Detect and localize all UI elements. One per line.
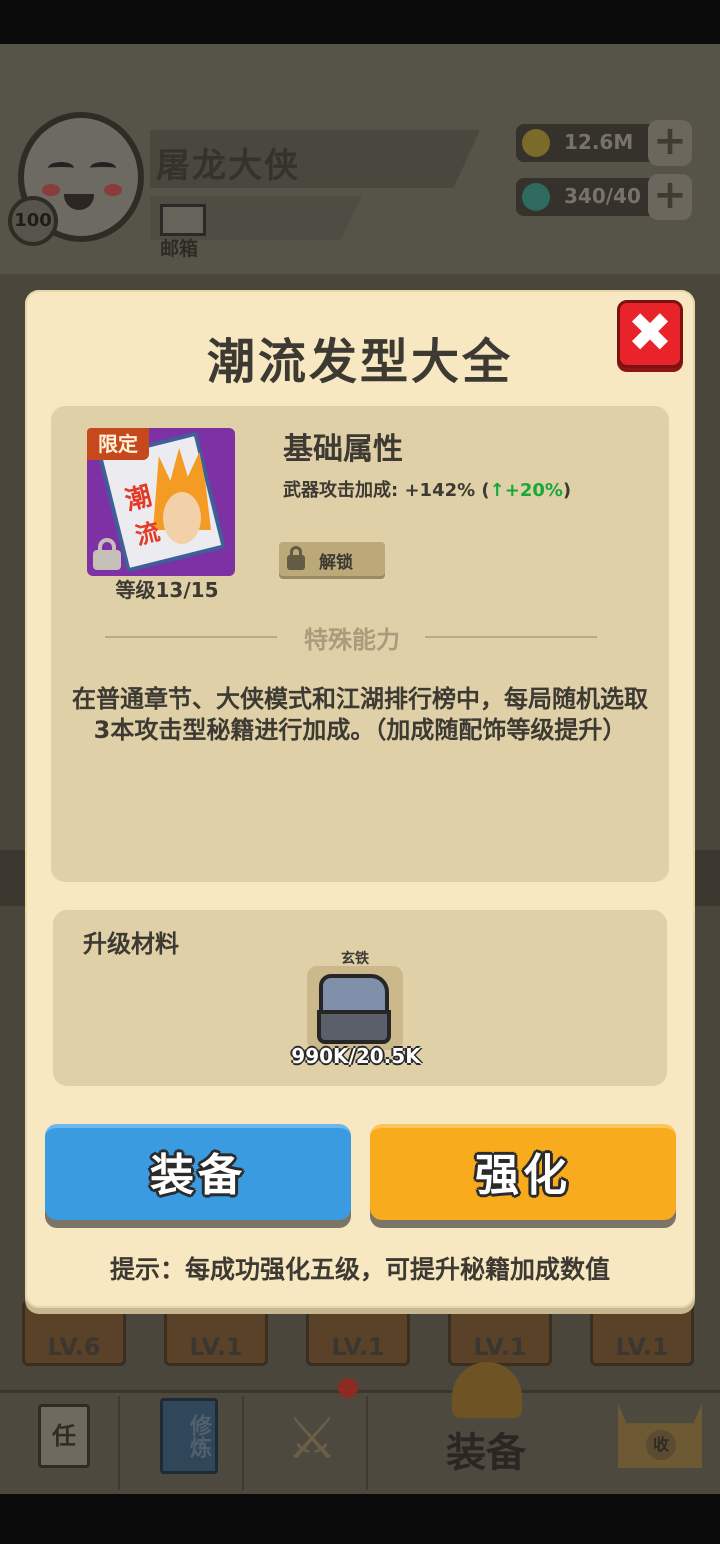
avatar-cheek <box>42 184 60 196</box>
avatar-mouth <box>64 194 94 210</box>
materials-panel: 升级材料 玄铁 990K/20.5K <box>53 910 667 1086</box>
up-arrow-icon: ↑ <box>489 480 505 501</box>
equip-slot[interactable]: LV.1 <box>164 1300 268 1366</box>
divider <box>105 636 277 638</box>
equip-slot[interactable]: LV.6 <box>22 1300 126 1366</box>
gold-coin-icon <box>522 129 550 157</box>
nav-tab-equip[interactable]: 装备 <box>446 1420 526 1478</box>
base-attr-heading: 基础属性 <box>283 432 403 467</box>
equip-slot-level: LV.6 <box>47 1333 101 1361</box>
attr-bonus: +20% <box>504 480 563 501</box>
gem-counter: 340/40 + <box>516 174 692 220</box>
nav-tab-battle[interactable]: ⚔ <box>248 1396 368 1490</box>
nav-tab-cultivate[interactable]: 修炼 <box>124 1396 244 1490</box>
system-nav-bar <box>0 1494 720 1544</box>
equip-slot-level: LV.1 <box>331 1333 385 1361</box>
attr-label: 武器攻击加成: +142% ( <box>283 480 490 501</box>
equip-slot[interactable]: LV.1 <box>306 1300 410 1366</box>
player-name: 屠龙大侠 <box>156 146 300 186</box>
equip-slot-level: LV.1 <box>189 1333 243 1361</box>
nav-tab-tasks[interactable]: 任 <box>0 1396 120 1490</box>
task-scroll-icon: 任 <box>38 1404 90 1468</box>
add-gem-button[interactable]: + <box>648 174 692 220</box>
avatar-eye <box>90 162 116 174</box>
accessory-detail-dialog: 潮流发型大全 ✖ 潮 流 限定 等级13/15 基础属性 武器攻击加成: +14… <box>25 290 695 1308</box>
iron-ore-base <box>317 1010 391 1044</box>
equip-slot-level: LV.1 <box>615 1333 669 1361</box>
material-slot[interactable] <box>307 966 403 1050</box>
hint-text: 提示：每成功强化五级，可提升秘籍加成数值 <box>109 1255 610 1284</box>
special-ability-heading: 特殊能力 <box>304 626 400 654</box>
status-bar <box>0 0 720 44</box>
gold-value: 12.6M <box>564 130 634 154</box>
dialog-title: 潮流发型大全 <box>206 334 513 390</box>
cultivate-book-icon: 修炼 <box>160 1398 218 1474</box>
avatar-cheek <box>104 184 122 196</box>
player-level-badge: 100 <box>8 196 58 246</box>
lock-icon <box>93 538 121 570</box>
gold-counter: 12.6M + <box>516 120 692 166</box>
equip-slot[interactable]: LV.1 <box>448 1300 552 1366</box>
equip-slot-level: LV.1 <box>473 1333 527 1361</box>
gem-value: 340/40 <box>564 184 641 208</box>
unlock-button[interactable]: 解锁 <box>279 542 385 576</box>
face-illustration <box>163 492 201 544</box>
avatar-eye <box>48 162 74 174</box>
mail-icon[interactable] <box>160 204 206 236</box>
mail-label: 邮箱 <box>160 238 199 260</box>
close-button[interactable]: ✖ <box>617 300 683 368</box>
crossed-swords-icon: ⚔ <box>286 1404 338 1472</box>
limited-tag: 限定 <box>87 428 149 460</box>
attribute-panel: 潮 流 限定 等级13/15 基础属性 武器攻击加成: +142% (↑+20%… <box>51 406 669 882</box>
special-ability-description: 在普通章节、大侠模式和江湖排行榜中，每局随机选取3本攻击型秘籍进行加成。（加成随… <box>72 685 648 744</box>
divider <box>425 636 597 638</box>
notification-dot <box>338 1378 358 1398</box>
base-attr-value: 武器攻击加成: +142% (↑+20%) <box>283 476 571 502</box>
upgrade-button[interactable]: 强化 <box>370 1124 676 1220</box>
close-icon: ✖ <box>627 301 673 364</box>
add-gold-button[interactable]: + <box>648 120 692 166</box>
gem-icon <box>522 183 550 211</box>
shop-label: 收 <box>646 1430 676 1460</box>
equip-slot[interactable]: LV.1 <box>590 1300 694 1366</box>
material-count: 990K/20.5K <box>291 1044 421 1068</box>
item-level: 等级13/15 <box>115 578 219 602</box>
equip-button[interactable]: 装备 <box>45 1124 351 1220</box>
material-name: 玄铁 <box>341 951 369 967</box>
materials-heading: 升级材料 <box>83 930 179 958</box>
lock-icon <box>287 546 305 570</box>
attr-close-paren: ) <box>562 480 572 501</box>
unlock-label: 解锁 <box>319 553 353 573</box>
